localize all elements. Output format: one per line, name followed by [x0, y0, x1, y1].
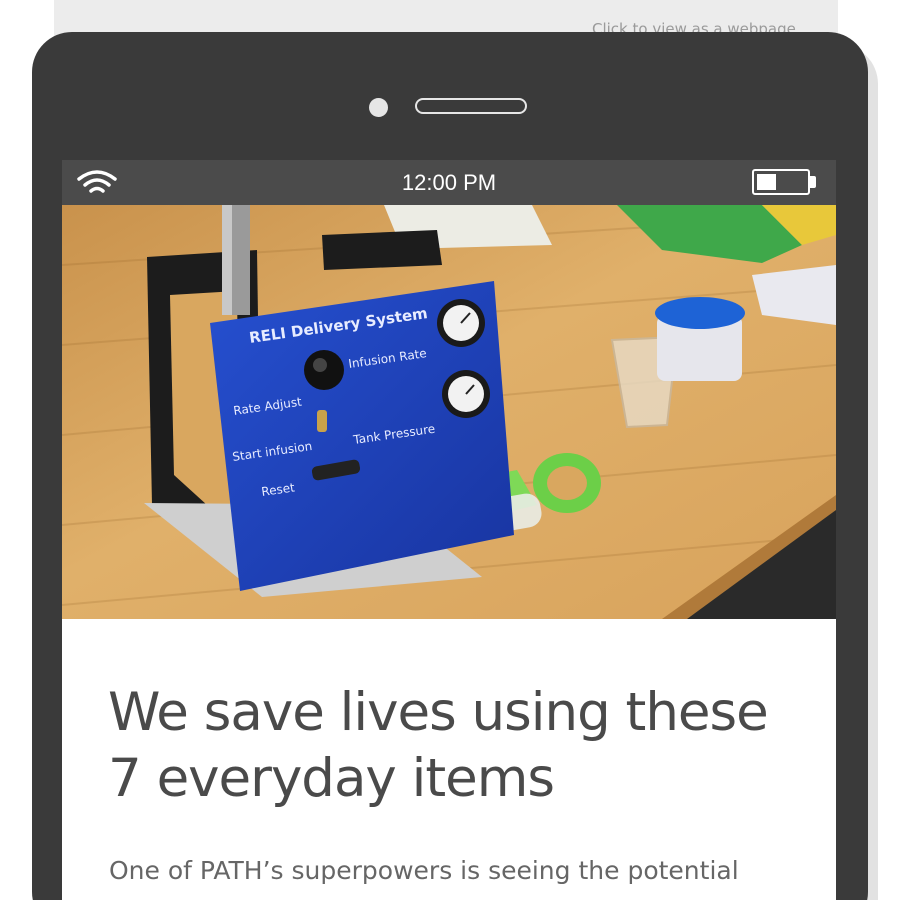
- battery-level: [757, 174, 776, 190]
- camera-icon: [369, 98, 388, 117]
- status-time: 12:00 PM: [401, 170, 497, 195]
- status-bar: 12:00 PM: [62, 160, 836, 205]
- battery-icon: [752, 169, 810, 195]
- phone-screen: 12:00 PM RELI Delivery System Infusion R…: [62, 160, 836, 900]
- email-preview: Click to view as a webpage 12:00 PM RELI…: [0, 0, 900, 900]
- article-intro: One of PATH’s superpowers is seeing the …: [109, 856, 739, 885]
- article-headline: We save lives using these 7 everyday ite…: [108, 682, 769, 809]
- speaker-icon: [415, 98, 527, 114]
- battery-nub: [810, 176, 816, 188]
- hero-photo: RELI Delivery System Infusion Rate Rate …: [62, 205, 836, 619]
- hero-image: RELI Delivery System Infusion Rate Rate …: [62, 205, 836, 619]
